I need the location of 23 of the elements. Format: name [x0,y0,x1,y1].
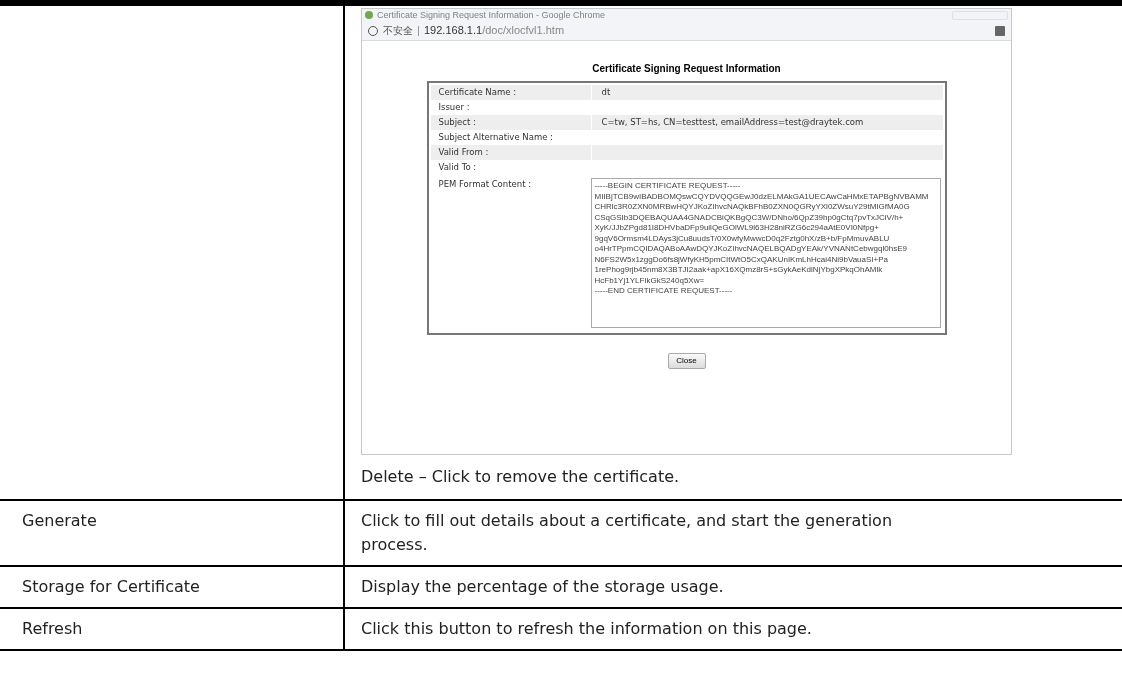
field-value: dt [600,86,611,99]
security-label: 不安全 [383,24,413,38]
url-text[interactable]: 192.168.1.1/doc/xlocfvl1.htm [424,22,565,39]
pem-content-field[interactable]: -----BEGIN CERTIFICATE REQUEST----- MIIBjTCB9wIBADBOMQswCQYDVQQGEwJ0dzELMAkGA1UECAwCaHMxETAPBgNVBAMM CHRlc3R0ZXN0MRBwHQYJKoZIhvcNAQkBFhB0ZXN0QGRyYXl0ZWsuY29tMIGfMA0G CSqGSIb3DQEBAQUAA4GNADCBiQKBgQC3W/DNho/6QpZ39hp0gCtq7pvTxJCiV/h+ XyK/JJbZPgd81I8DHVbaDFp9uilQeGOlWL9l63H28niRZG6c294aAtE0VI0Nfpg+ 9gqV6Ormsm4LDAys3jCu8uudsT/0X0wfyMwwcD0q2Fztg0hX/zB+b/FpMmuvABLU o4HrTPpmCQIDAQABoAAwDQYJKoZIhvcNAQELBQADgYEAk/YVNANtCebwgql0hsE9 N6FS2W5x1zggDo6fs8jWfyKH5pmCItWtO5CxQAKUnIKmLhHcai4Ni9bVauaSI+Pa 1rePhog9rjb45nm8X3BTJI2aak+apX16XQmz8rS+sGykAeKdiNjYbgXPkqOhAMlk HcFb1Yj1YLFIkGkS240q5Xw= -----END CERTIFICATE REQUEST----- [590,178,941,328]
field-label: Certificate Name : [437,86,517,99]
term-text: Storage for Certificate [22,577,200,596]
close-button[interactable]: Close [667,353,706,369]
term-text: Generate [22,511,97,530]
field-value: C=tw, ST=hs, CN=testtest, emailAddress=test@draytek.com [600,116,864,129]
description-text: Display the percentage of the storage usage. [361,577,724,596]
field-label: PEM Format Content : [437,178,533,190]
term-text: Refresh [22,619,83,638]
field-label: Issuer : [437,101,471,114]
field-label: Valid To : [437,161,478,174]
browser-logo-icon [365,11,373,19]
window-title: Certificate Signing Request Information - Google Chrome [377,10,606,20]
description-text: Delete – Click to remove the certificate. [361,466,681,488]
field-label: Valid From : [437,146,490,159]
field-label: Subject Alternative Name : [437,131,554,144]
field-label: Subject : [437,116,477,129]
dialog-heading: Certificate Signing Request Information [592,62,781,76]
description-text: Click this button to refresh the information on this page. [361,619,812,638]
description-text: Click to fill out details about a certificate, and start the generation process. [361,511,893,554]
